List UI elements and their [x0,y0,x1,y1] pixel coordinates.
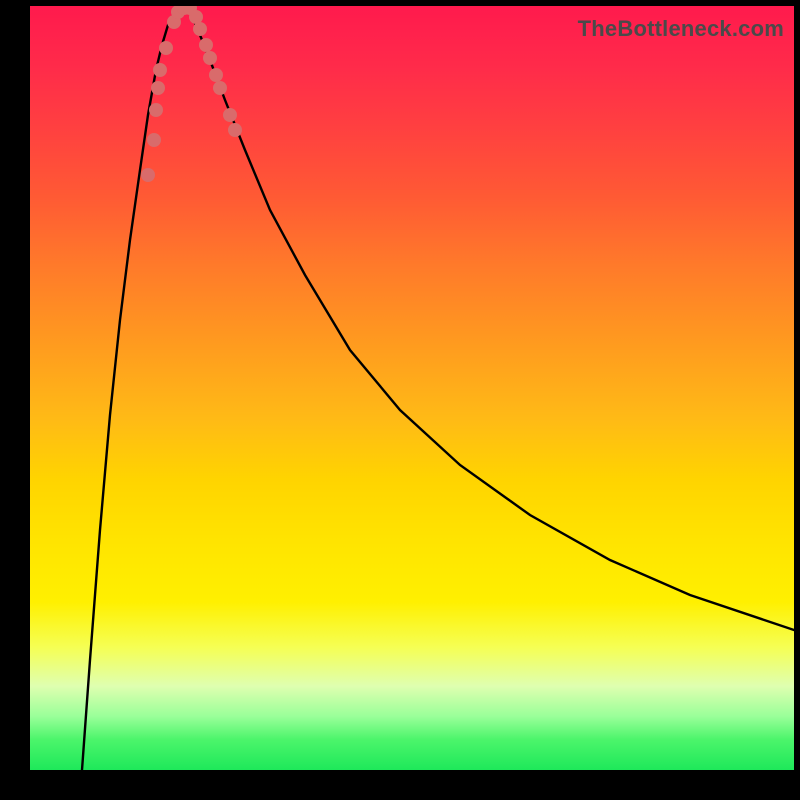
data-dot [153,63,167,77]
chart-frame: TheBottleneck.com [0,0,800,800]
data-dot [228,123,242,137]
left-curve [82,8,180,770]
data-dot [189,10,203,24]
data-dot [223,108,237,122]
watermark-label: TheBottleneck.com [578,16,784,42]
data-dot [159,41,173,55]
data-dot [213,81,227,95]
data-dot [151,81,165,95]
data-dot [149,103,163,117]
data-dot [141,168,155,182]
chart-plot-area: TheBottleneck.com [30,6,794,770]
curve-group [82,8,794,770]
marker-group [141,6,242,182]
data-dot [209,68,223,82]
data-dot [147,133,161,147]
data-dot [199,38,213,52]
data-dot [203,51,217,65]
chart-svg [30,6,794,770]
data-dot [193,22,207,36]
right-curve [188,8,794,630]
